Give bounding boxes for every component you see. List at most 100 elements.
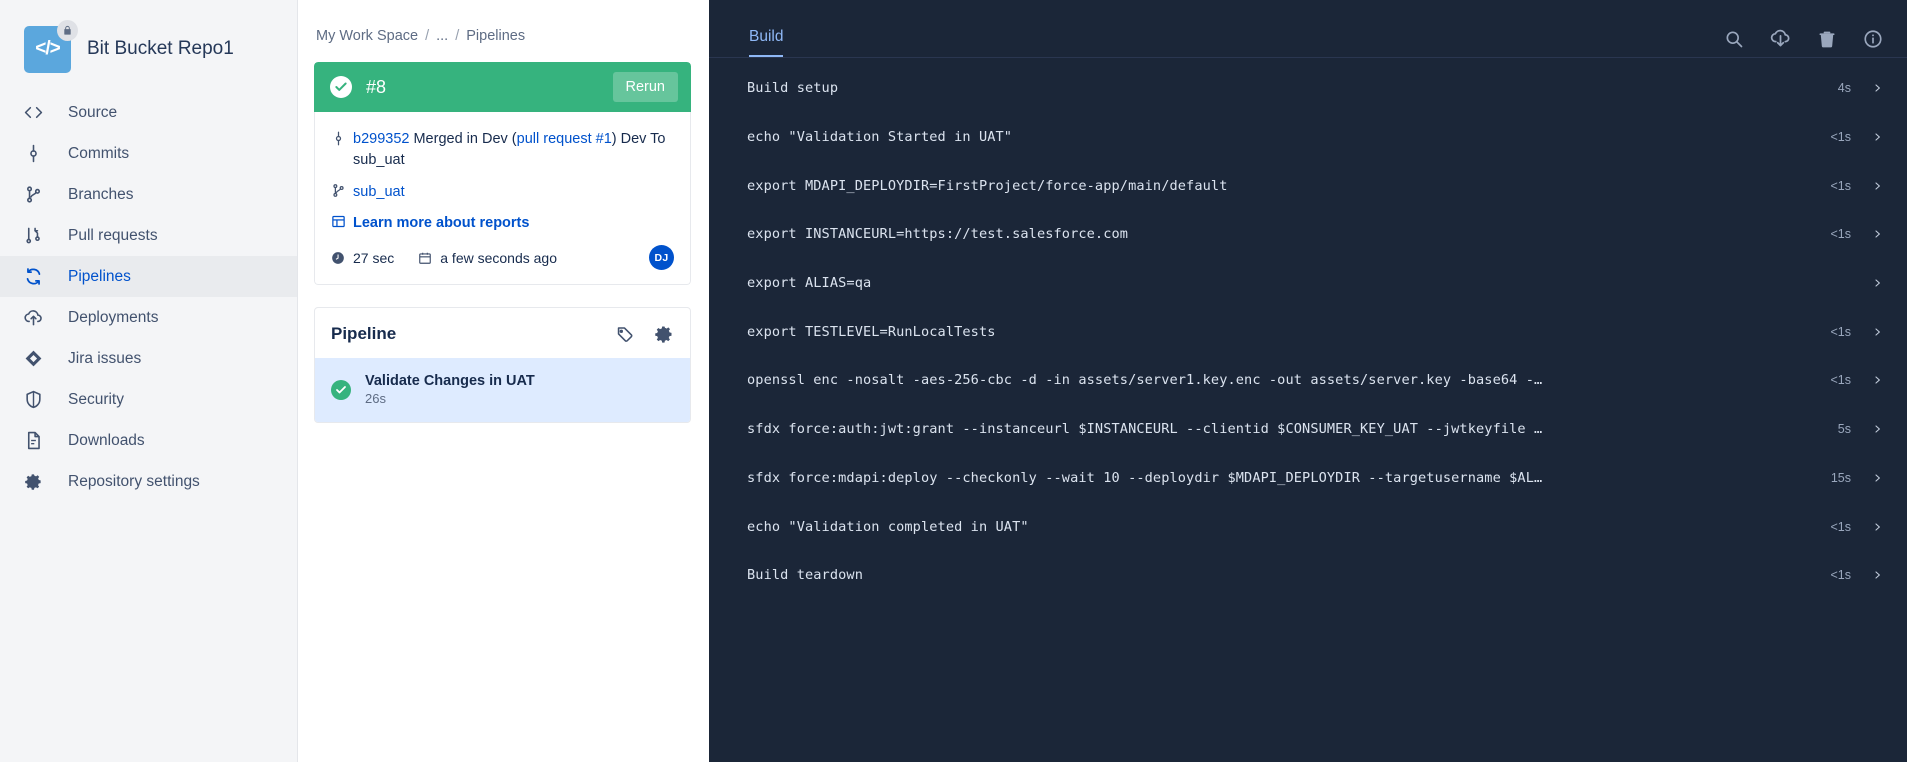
breadcrumb: My Work Space / ... / Pipelines bbox=[314, 28, 691, 44]
sidebar-item-pipelines[interactable]: Pipelines bbox=[0, 256, 297, 297]
gear-icon[interactable] bbox=[654, 324, 674, 344]
branch-icon bbox=[331, 181, 353, 202]
pipeline-title: Pipeline bbox=[331, 324, 397, 344]
pull-request-icon bbox=[24, 226, 52, 245]
info-icon[interactable] bbox=[1863, 29, 1883, 49]
chevron-right-icon[interactable] bbox=[1873, 471, 1883, 485]
sidebar-nav: Source Commits Branches Pull requests Pi… bbox=[0, 92, 297, 502]
build-meta-row: 27 sec a few seconds ago DJ bbox=[331, 245, 674, 271]
sidebar-item-label: Security bbox=[68, 390, 124, 408]
sidebar-item-deployments[interactable]: Deployments bbox=[0, 297, 297, 338]
gear-icon bbox=[24, 472, 52, 491]
sidebar-item-label: Deployments bbox=[68, 308, 159, 326]
pipeline-detail-column: My Work Space / ... / Pipelines #8 Rerun… bbox=[298, 0, 709, 762]
log-line[interactable]: echo "Validation completed in UAT" <1s bbox=[709, 502, 1907, 551]
log-duration: <1s bbox=[1830, 130, 1851, 145]
log-line[interactable]: sfdx force:mdapi:deploy --checkonly --wa… bbox=[709, 454, 1907, 503]
build-card-header: #8 Rerun bbox=[314, 62, 691, 112]
log-line[interactable]: sfdx force:auth:jwt:grant --instanceurl … bbox=[709, 405, 1907, 454]
log-duration: <1s bbox=[1830, 178, 1851, 193]
pipeline-card: Pipeline Validate Changes in UAT 26s bbox=[314, 307, 691, 424]
log-command: export INSTANCEURL=https://test.salesfor… bbox=[747, 226, 1129, 243]
sidebar-item-source[interactable]: Source bbox=[0, 92, 297, 133]
log-command: sfdx force:mdapi:deploy --checkonly --wa… bbox=[747, 469, 1543, 486]
build-card-body: b299352 Merged in Dev (pull request #1) … bbox=[314, 112, 691, 286]
jira-diamond-icon bbox=[24, 349, 52, 368]
sidebar-item-repository-settings[interactable]: Repository settings bbox=[0, 461, 297, 502]
breadcrumb-ellipsis[interactable]: ... bbox=[436, 28, 448, 44]
build-card: #8 Rerun b299352 Merged in Dev (pull req… bbox=[314, 62, 691, 286]
log-command: export TESTLEVEL=RunLocalTests bbox=[747, 323, 996, 340]
branch-row[interactable]: sub_uat bbox=[331, 181, 674, 202]
repository-header[interactable]: </> Bit Bucket Repo1 bbox=[0, 18, 297, 80]
log-command: Build teardown bbox=[747, 567, 863, 584]
cloud-download-icon[interactable] bbox=[1770, 28, 1791, 49]
branch-name[interactable]: sub_uat bbox=[353, 184, 405, 200]
calendar-icon bbox=[418, 251, 432, 265]
trash-icon[interactable] bbox=[1817, 29, 1837, 49]
chevron-right-icon[interactable] bbox=[1873, 179, 1883, 193]
breadcrumb-current[interactable]: Pipelines bbox=[466, 28, 525, 44]
clock-icon bbox=[331, 251, 345, 265]
build-timestamp: a few seconds ago bbox=[418, 250, 557, 266]
sidebar-item-jira-issues[interactable]: Jira issues bbox=[0, 338, 297, 379]
code-brackets-icon: </> bbox=[35, 38, 61, 59]
commit-hash-link[interactable]: b299352 bbox=[353, 131, 409, 147]
breadcrumb-workspace[interactable]: My Work Space bbox=[316, 28, 418, 44]
sidebar-item-downloads[interactable]: Downloads bbox=[0, 420, 297, 461]
sidebar-item-label: Pull requests bbox=[68, 226, 158, 244]
avatar[interactable]: DJ bbox=[649, 245, 674, 271]
sidebar-item-pull-requests[interactable]: Pull requests bbox=[0, 215, 297, 256]
build-timestamp-value: a few seconds ago bbox=[440, 249, 557, 266]
branch-icon bbox=[24, 185, 52, 204]
tag-icon[interactable] bbox=[615, 325, 634, 344]
log-command: export ALIAS=qa bbox=[747, 275, 872, 292]
build-duration-value: 27 sec bbox=[353, 249, 395, 266]
log-command: export MDAPI_DEPLOYDIR=FirstProject/forc… bbox=[747, 177, 1228, 194]
sidebar-item-label: Jira issues bbox=[68, 349, 142, 367]
code-brackets-icon bbox=[24, 103, 52, 122]
check-circle-icon bbox=[330, 76, 352, 98]
log-line[interactable]: export ALIAS=qa bbox=[709, 259, 1907, 308]
sidebar-item-branches[interactable]: Branches bbox=[0, 174, 297, 215]
build-duration: 27 sec bbox=[331, 250, 394, 266]
chevron-right-icon[interactable] bbox=[1873, 568, 1883, 582]
breadcrumb-separator: / bbox=[425, 28, 430, 44]
log-command: Build setup bbox=[747, 80, 839, 97]
pull-request-link[interactable]: pull request #1 bbox=[517, 131, 612, 147]
document-icon bbox=[24, 431, 52, 450]
shield-icon bbox=[24, 390, 52, 409]
tab-build[interactable]: Build bbox=[749, 28, 784, 57]
log-line[interactable]: Build setup 4s bbox=[709, 64, 1907, 113]
log-toolbar-icons bbox=[1724, 28, 1883, 57]
log-line[interactable]: openssl enc -nosalt -aes-256-cbc -d -in … bbox=[709, 356, 1907, 405]
check-circle-icon bbox=[331, 380, 351, 401]
log-line[interactable]: export TESTLEVEL=RunLocalTests <1s bbox=[709, 307, 1907, 356]
sidebar-item-commits[interactable]: Commits bbox=[0, 133, 297, 174]
sidebar-item-label: Branches bbox=[68, 185, 134, 203]
search-icon[interactable] bbox=[1724, 29, 1744, 49]
chevron-right-icon[interactable] bbox=[1873, 81, 1883, 95]
chevron-right-icon[interactable] bbox=[1873, 130, 1883, 144]
log-line[interactable]: Build teardown <1s bbox=[709, 551, 1907, 600]
repository-avatar: </> bbox=[24, 19, 78, 73]
chevron-right-icon[interactable] bbox=[1873, 276, 1883, 290]
chevron-right-icon[interactable] bbox=[1873, 520, 1883, 534]
learn-more-reports-link[interactable]: Learn more about reports bbox=[353, 215, 529, 231]
log-line[interactable]: echo "Validation Started in UAT" <1s bbox=[709, 113, 1907, 162]
log-line[interactable]: export MDAPI_DEPLOYDIR=FirstProject/forc… bbox=[709, 161, 1907, 210]
reports-row[interactable]: Learn more about reports bbox=[331, 212, 674, 233]
log-line[interactable]: export INSTANCEURL=https://test.salesfor… bbox=[709, 210, 1907, 259]
chevron-right-icon[interactable] bbox=[1873, 422, 1883, 436]
app-root: </> Bit Bucket Repo1 Source Commits Bran… bbox=[0, 0, 1907, 762]
log-duration: <1s bbox=[1830, 324, 1851, 339]
chevron-right-icon[interactable] bbox=[1873, 325, 1883, 339]
repository-name: Bit Bucket Repo1 bbox=[87, 38, 234, 59]
sidebar-item-label: Repository settings bbox=[68, 472, 200, 490]
chevron-right-icon[interactable] bbox=[1873, 227, 1883, 241]
sidebar-item-security[interactable]: Security bbox=[0, 379, 297, 420]
rerun-button[interactable]: Rerun bbox=[612, 72, 678, 102]
pipeline-step-row[interactable]: Validate Changes in UAT 26s bbox=[315, 358, 690, 423]
sidebar-item-label: Source bbox=[68, 103, 118, 121]
chevron-right-icon[interactable] bbox=[1873, 373, 1883, 387]
